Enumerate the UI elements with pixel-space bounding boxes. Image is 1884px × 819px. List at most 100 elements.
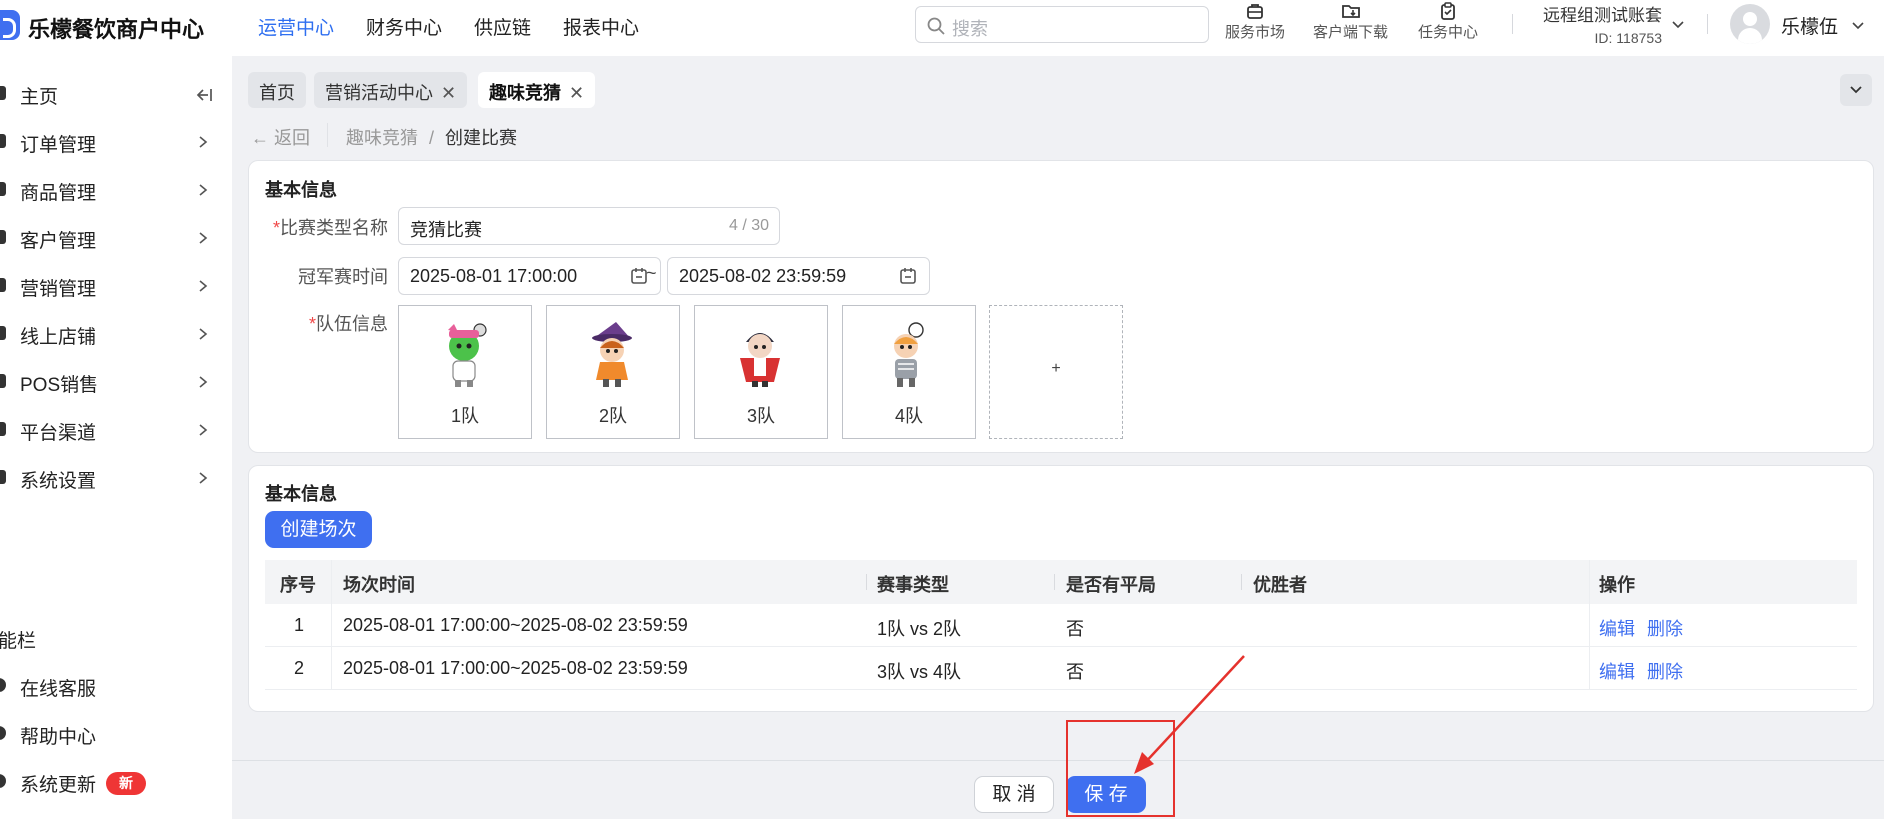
settings-icon xyxy=(0,470,6,484)
input-value: 2025-08-02 23:59:59 xyxy=(679,266,847,286)
table-header: 序号 场次时间 赛事类型 是否有平局 优胜者 操作 xyxy=(265,560,1857,604)
tabs-dropdown-button[interactable] xyxy=(1840,74,1872,106)
home-icon xyxy=(0,86,6,100)
sidebar-item-label: 主页 xyxy=(20,87,59,108)
sidebar: 主页 订单管理 商品管理 客户管理 营销管理 线上店铺 POS销售 平台渠道 系… xyxy=(0,56,232,819)
section-title: 基本信息 xyxy=(265,484,337,504)
sidebar-item-channels[interactable]: 平台渠道 xyxy=(0,406,232,454)
sidebar-item-label: POS销售 xyxy=(20,375,99,396)
sidebar-item-settings[interactable]: 系统设置 xyxy=(0,454,232,502)
sidebar-item-label: 平台渠道 xyxy=(20,423,97,444)
help-icon xyxy=(0,726,6,740)
chevron-down-icon[interactable] xyxy=(1670,16,1686,32)
row-type: 3队 vs 4队 xyxy=(877,662,962,682)
service-market-button[interactable]: 服务市场 xyxy=(1225,2,1285,42)
store-icon xyxy=(0,326,6,340)
match-type-name-input[interactable]: 竞猜比赛 4 / 30 xyxy=(398,207,780,245)
sidebar-item-online-store[interactable]: 线上店铺 xyxy=(0,310,232,358)
cancel-button[interactable]: 取 消 xyxy=(974,776,1054,813)
team-card[interactable]: 1队 xyxy=(398,305,532,439)
team-card[interactable]: 2队 xyxy=(546,305,680,439)
sidebar-item-orders[interactable]: 订单管理 xyxy=(0,118,232,166)
sidebar-item-label: 帮助中心 xyxy=(20,727,97,748)
breadcrumb-parent[interactable]: 趣味竞猜 xyxy=(346,128,418,148)
column-header-index: 序号 xyxy=(280,575,316,595)
chevron-right-icon xyxy=(199,424,208,436)
create-session-button[interactable]: 创建场次 xyxy=(265,511,372,548)
tab-label: 首页 xyxy=(259,83,295,103)
chevron-right-icon xyxy=(199,280,208,292)
nav-finance[interactable]: 财务中心 xyxy=(366,13,442,40)
column-header-draw: 是否有平局 xyxy=(1066,575,1156,595)
sessions-card: 基本信息 创建场次 序号 场次时间 赛事类型 是否有平局 优胜者 操作 1 20… xyxy=(248,465,1874,712)
brand-name: 乐檬餐饮商户中心 xyxy=(28,17,205,42)
tab-label: 营销活动中心 xyxy=(325,83,433,103)
tab-fun-quiz[interactable]: 趣味竞猜 ✕ xyxy=(478,72,596,108)
team-avatar-image xyxy=(740,333,780,387)
sidebar-item-label: 系统更新 xyxy=(20,775,97,796)
sidebar-item-products[interactable]: 商品管理 xyxy=(0,166,232,214)
chevron-down-icon xyxy=(1850,86,1862,94)
team-avatar-image xyxy=(592,322,632,387)
back-button[interactable]: ← 返回 xyxy=(251,124,310,150)
name-label-text: 比赛类型名称 xyxy=(280,218,388,238)
tab-home[interactable]: 首页 xyxy=(248,72,306,108)
sidebar-item-label: 系统设置 xyxy=(20,471,97,492)
column-divider xyxy=(1241,574,1242,590)
nav-operations[interactable]: 运营中心 xyxy=(258,13,334,40)
sidebar-item-label: 在线客服 xyxy=(20,679,97,700)
add-team-button[interactable]: + xyxy=(989,305,1123,439)
row-index: 1 xyxy=(294,615,305,635)
sidebar-item-marketing[interactable]: 营销管理 xyxy=(0,262,232,310)
sidebar-item-customers[interactable]: 客户管理 xyxy=(0,214,232,262)
column-divider xyxy=(1054,574,1055,590)
table-row: 2 2025-08-01 17:00:00~2025-08-02 23:59:5… xyxy=(265,647,1857,690)
sidebar-item-support[interactable]: 在线客服 xyxy=(0,662,232,710)
team-card[interactable]: 4队 xyxy=(842,305,976,439)
input-value: 竞猜比赛 xyxy=(410,220,482,240)
annotation-arrow-icon xyxy=(1134,655,1245,774)
team-card[interactable]: 3队 xyxy=(694,305,828,439)
row-index: 2 xyxy=(294,658,305,678)
client-download-button[interactable]: 客户端下载 xyxy=(1313,2,1388,42)
search-icon xyxy=(927,17,945,35)
brand-logo[interactable] xyxy=(0,10,20,40)
chevron-right-icon xyxy=(199,472,208,484)
required-mark: * xyxy=(272,218,280,238)
folder-download-icon xyxy=(1341,5,1360,18)
nav-supply-chain[interactable]: 供应链 xyxy=(474,13,531,40)
header-divider xyxy=(1512,14,1513,34)
chevron-right-icon xyxy=(199,184,208,196)
delete-link[interactable]: 删除 xyxy=(1647,615,1683,641)
calendar-icon xyxy=(900,268,916,284)
collapse-sidebar-icon[interactable] xyxy=(194,86,214,104)
row-time: 2025-08-01 17:00:00~2025-08-02 23:59:59 xyxy=(343,615,688,635)
delete-link[interactable]: 删除 xyxy=(1647,658,1683,684)
task-center-button[interactable]: 任务中心 xyxy=(1418,2,1478,42)
basic-info-card: 基本信息 *比赛类型名称 竞猜比赛 4 / 30 冠军赛时间 2025-08-0… xyxy=(248,160,1874,453)
sidebar-item-label: 线上店铺 xyxy=(20,327,97,348)
start-time-picker[interactable]: 2025-08-01 17:00:00 xyxy=(398,257,661,295)
team-name: 1队 xyxy=(450,406,479,426)
chevron-down-icon[interactable] xyxy=(1850,17,1866,33)
user-name[interactable]: 乐檬伍 xyxy=(1781,12,1838,39)
account-switcher[interactable]: 远程组测试账套 ID: 118753 xyxy=(1543,1,1662,46)
tab-marketing-center[interactable]: 营销活动中心 ✕ xyxy=(314,72,468,108)
edit-link[interactable]: 编辑 xyxy=(1599,615,1635,641)
team-name: 2队 xyxy=(598,406,627,426)
teams-label-text: 队伍信息 xyxy=(316,314,388,334)
top-nav: 运营中心 财务中心 供应链 报表中心 xyxy=(258,13,639,40)
sidebar-item-pos[interactable]: POS销售 xyxy=(0,358,232,406)
input-value: 2025-08-01 17:00:00 xyxy=(410,266,578,286)
edit-link[interactable]: 编辑 xyxy=(1599,658,1635,684)
chevron-right-icon xyxy=(199,328,208,340)
search-placeholder: 搜索 xyxy=(952,19,988,39)
close-icon[interactable]: ✕ xyxy=(441,83,456,104)
close-icon[interactable]: ✕ xyxy=(569,83,584,104)
search-input[interactable]: 搜索 xyxy=(915,6,1209,43)
sidebar-item-help[interactable]: 帮助中心 xyxy=(0,710,232,758)
avatar[interactable] xyxy=(1730,4,1770,44)
end-time-picker[interactable]: 2025-08-02 23:59:59 xyxy=(667,257,930,295)
row-time: 2025-08-01 17:00:00~2025-08-02 23:59:59 xyxy=(343,658,688,678)
nav-reports[interactable]: 报表中心 xyxy=(563,13,639,40)
